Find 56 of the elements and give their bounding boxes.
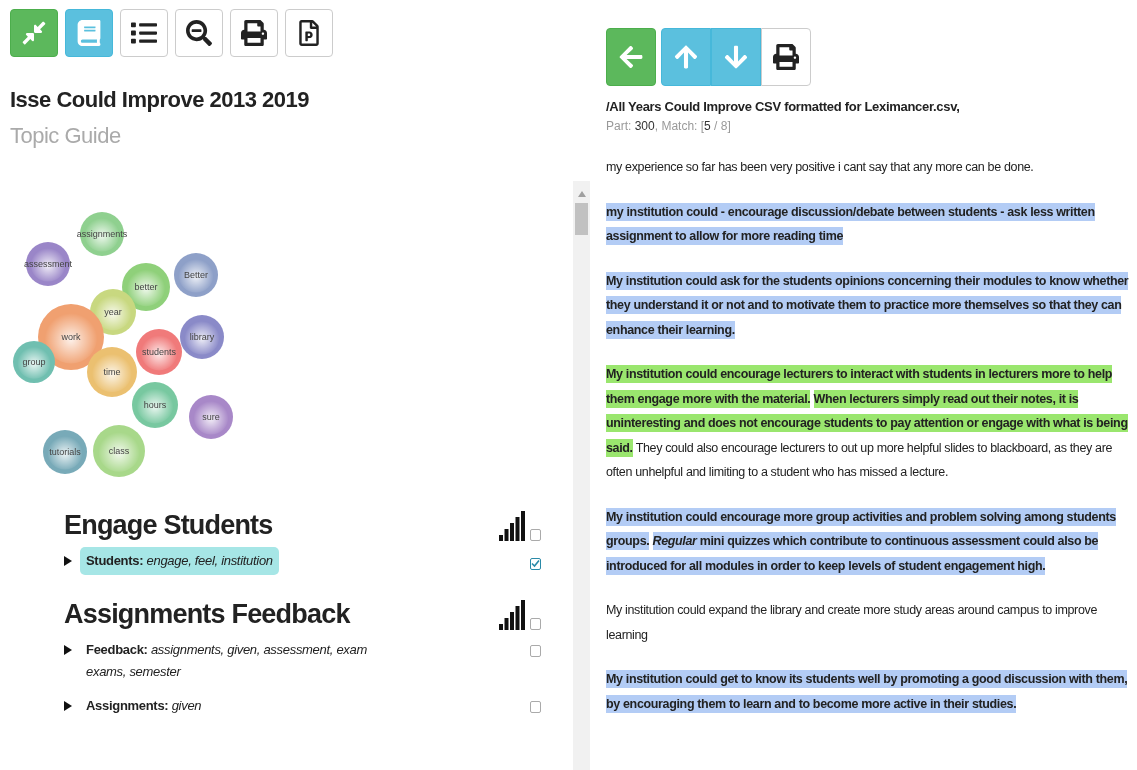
passage-text: My institution could expand the library and create more study areas around campus to improve learning bbox=[606, 602, 1098, 644]
printer-icon bbox=[241, 20, 267, 46]
checkbox[interactable] bbox=[530, 701, 541, 713]
passage-text: My institution could encourage more group activities and problem solving among students groups. Regular mini quizzes which contribute to continuous assessment could also be introduced for all modules in order to keep levels of student engagement high. bbox=[606, 506, 1117, 577]
caret-icon[interactable] bbox=[64, 701, 72, 711]
concept-bubble[interactable]: Better bbox=[174, 253, 218, 297]
previous-button[interactable] bbox=[661, 28, 711, 86]
concept-bubble[interactable]: class bbox=[93, 425, 145, 477]
concept-item[interactable]: Feedback: assignments, given, assessment, exam exams, semester bbox=[80, 636, 392, 686]
passage-text: My institution could ask for the students opinions concerning their modules to know whether they understand it or not and to motivate them to practice more themselves so that they can enhance their learning. bbox=[606, 270, 1130, 341]
concept-bubble[interactable]: hours bbox=[132, 382, 178, 428]
down-arrow-icon bbox=[723, 44, 749, 70]
print-button[interactable] bbox=[761, 28, 811, 86]
page-title: Isse Could Improve 2013 2019 bbox=[10, 87, 311, 113]
list-button[interactable] bbox=[120, 9, 168, 57]
concept-item[interactable]: Assignments: given bbox=[80, 692, 208, 720]
up-arrow-icon bbox=[673, 44, 699, 70]
signal-bars-icon bbox=[499, 600, 527, 630]
book-icon bbox=[76, 20, 102, 46]
theme-title: Assignments Feedback bbox=[64, 599, 350, 630]
scroll-up-icon[interactable] bbox=[577, 191, 586, 197]
list-icon bbox=[131, 20, 157, 46]
checkbox[interactable] bbox=[530, 645, 541, 657]
scrollbar-thumb[interactable] bbox=[575, 203, 588, 235]
concept-bubble[interactable]: group bbox=[13, 341, 55, 383]
file-path: /All Years Could Improve CSV formatted for Leximancer.csv, bbox=[606, 99, 961, 114]
concept-bubble[interactable]: tutorials bbox=[43, 430, 87, 474]
passage-text: my experience so far has been very positive i cant say that any more can be done. bbox=[606, 159, 1035, 176]
document-button[interactable] bbox=[285, 9, 333, 57]
caret-icon[interactable] bbox=[64, 645, 72, 655]
left-arrow-icon bbox=[618, 44, 644, 70]
page-subtitle: Topic Guide bbox=[10, 123, 122, 149]
checkbox[interactable] bbox=[530, 529, 541, 541]
concept-bubble[interactable]: sure bbox=[189, 395, 233, 439]
document-icon bbox=[296, 20, 322, 46]
concept-bubble[interactable]: students bbox=[136, 329, 182, 375]
back-button[interactable] bbox=[606, 28, 656, 86]
concept-item[interactable]: Students: engage, feel, institution bbox=[80, 547, 279, 575]
concept-bubble[interactable]: assessment bbox=[24, 242, 72, 286]
printer-icon bbox=[773, 44, 799, 70]
print-button[interactable] bbox=[230, 9, 278, 57]
concept-bubble[interactable]: library bbox=[180, 315, 224, 359]
book-button[interactable] bbox=[65, 9, 113, 57]
concept-bubble[interactable]: time bbox=[87, 347, 137, 397]
zoom-out-button[interactable] bbox=[175, 9, 223, 57]
checkbox[interactable] bbox=[530, 557, 541, 570]
zoom-out-icon bbox=[186, 20, 212, 46]
theme-title: Engage Students bbox=[64, 510, 273, 541]
collapse-button[interactable] bbox=[10, 9, 58, 57]
passage-text: my institution could - encourage discussion/debate between students - ask less written assignment to allow for more reading time bbox=[606, 201, 1096, 247]
signal-bars-icon bbox=[499, 511, 527, 541]
arrows-inward-icon bbox=[21, 20, 47, 46]
passage-text: My institution could get to know its students well by promoting a good discussion with them, by encouraging them to learn and to become more active in their studies. bbox=[606, 669, 1129, 715]
match-info: Part: 300, Match: [5 / 8] bbox=[606, 119, 732, 133]
checkbox[interactable] bbox=[530, 618, 541, 630]
caret-icon[interactable] bbox=[64, 556, 72, 566]
